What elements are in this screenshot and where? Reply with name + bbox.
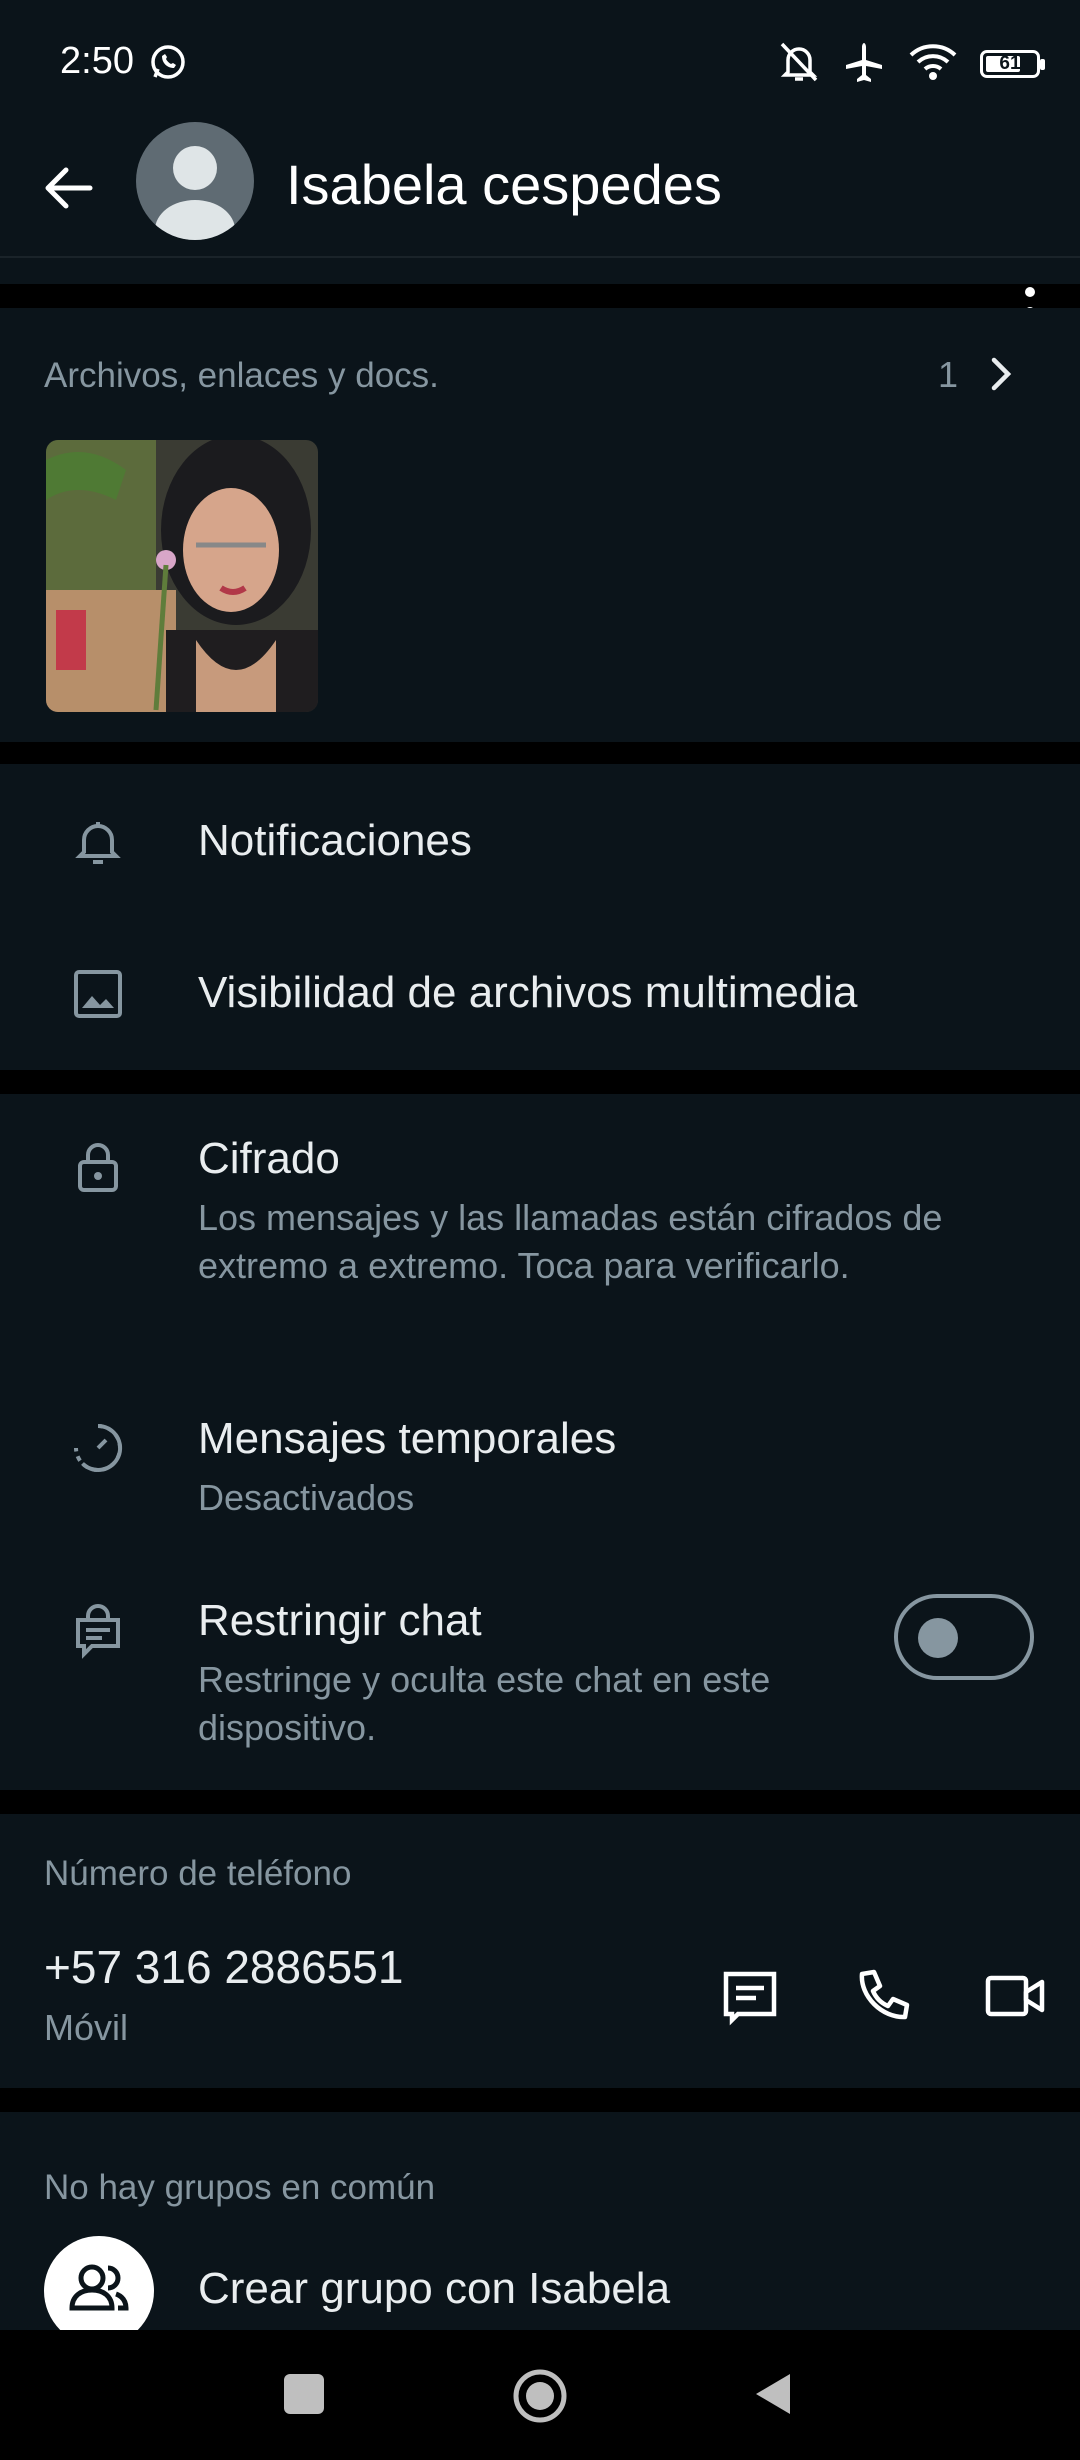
- media-visibility-label: Visibilidad de archivos multimedia: [198, 968, 858, 1017]
- top-spacer: [0, 258, 1080, 284]
- phone-number[interactable]: +57 316 2886551: [44, 1940, 403, 1994]
- restrict-chat-title: Restringir chat: [198, 1596, 482, 1645]
- recents-square-icon[interactable]: [284, 2374, 324, 2414]
- bell-muted-icon: [778, 40, 820, 89]
- notifications-label: Notificaciones: [198, 816, 472, 865]
- lock-icon: [70, 1138, 126, 1194]
- encryption-title: Cifrado: [198, 1134, 340, 1183]
- media-title[interactable]: Archivos, enlaces y docs.: [44, 356, 439, 396]
- back-arrow-icon[interactable]: [40, 160, 96, 216]
- no-common-groups-label: No hay grupos en común: [44, 2168, 436, 2207]
- system-navigation-bar: [0, 2330, 1080, 2460]
- phone-label: Número de teléfono: [44, 1854, 352, 1893]
- home-circle-icon[interactable]: [512, 2368, 568, 2424]
- create-group-avatar[interactable]: [44, 2236, 154, 2330]
- image-icon: [70, 966, 126, 1022]
- media-thumbnail-photo[interactable]: [46, 440, 318, 712]
- restrict-chat-toggle[interactable]: [894, 1594, 1034, 1680]
- phone-call-icon[interactable]: [852, 1966, 912, 2026]
- status-icons: 61: [778, 40, 1045, 89]
- battery-level: 61: [999, 53, 1021, 74]
- video-call-icon[interactable]: [984, 1966, 1046, 2026]
- whatsapp-icon: [148, 42, 188, 82]
- contact-avatar[interactable]: [136, 122, 254, 240]
- create-group-label[interactable]: Crear grupo con Isabela: [198, 2264, 670, 2314]
- chat-settings-section: Notificaciones Visibilidad de archivos m…: [0, 764, 1080, 1070]
- media-count: 1: [938, 354, 959, 395]
- restrict-chat-icon: [70, 1604, 126, 1660]
- chevron-right-icon[interactable]: [984, 354, 1018, 394]
- privacy-section: Cifrado Los mensajes y las llamadas está…: [0, 1094, 1080, 1790]
- wifi-icon: [908, 42, 958, 87]
- disappearing-messages-row[interactable]: Mensajes temporales Desactivados: [0, 1356, 1080, 1536]
- media-visibility-row[interactable]: Visibilidad de archivos multimedia: [0, 918, 1080, 1070]
- encryption-description: Los mensajes y las llamadas están cifrad…: [198, 1197, 943, 1286]
- contact-name[interactable]: Isabela cespedes: [286, 152, 722, 217]
- phone-type: Móvil: [44, 2007, 129, 2048]
- restrict-chat-description: Restringe y oculta este chat en este dis…: [198, 1659, 771, 1748]
- common-groups-section: No hay grupos en común Crear grupo con I…: [0, 2112, 1080, 2330]
- encryption-row[interactable]: Cifrado Los mensajes y las llamadas está…: [0, 1094, 1080, 1356]
- battery-icon: 61: [980, 50, 1045, 78]
- phone-section: Número de teléfono +57 316 2886551 Móvil: [0, 1814, 1080, 2088]
- status-time: 2:50: [60, 40, 134, 82]
- message-icon[interactable]: [720, 1966, 780, 2026]
- bell-icon: [70, 814, 126, 870]
- disappearing-title: Mensajes temporales: [198, 1414, 617, 1463]
- disappearing-status: Desactivados: [198, 1477, 415, 1518]
- notifications-row[interactable]: Notificaciones: [0, 764, 1080, 918]
- status-bar: 2:50 61: [0, 0, 1080, 130]
- back-triangle-icon[interactable]: [752, 2370, 792, 2418]
- airplane-icon: [842, 40, 886, 89]
- timer-icon: [70, 1420, 126, 1476]
